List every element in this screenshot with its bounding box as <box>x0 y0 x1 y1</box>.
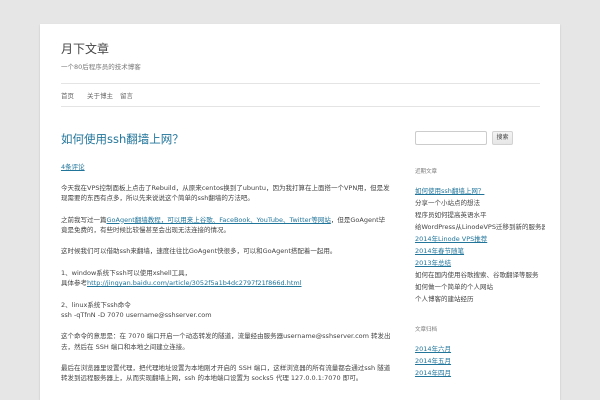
recent-post-label[interactable]: 如何做一个简单的个人网站 <box>415 283 493 291</box>
recent-post-link[interactable]: 2014年Linode VPS推荐 <box>415 235 487 243</box>
archive-link[interactable]: 2014年六月 <box>415 345 451 353</box>
search-form: 搜索 <box>415 131 545 147</box>
recent-post-item[interactable]: 2014年Linode VPS推荐 <box>415 233 545 245</box>
recent-post-item[interactable]: 给WordPress从LinodeVPS迁移到新的服务器 <box>415 221 545 233</box>
page-container: 月下文章 一个80后程序员的技术博客 首页 关于博主 留言 如何使用ssh翻墙上… <box>40 24 560 400</box>
post-text: 2、linux系统下ssh命令 <box>61 300 131 309</box>
archive-item[interactable]: 2014年四月 <box>415 367 545 379</box>
site-title[interactable]: 月下文章 <box>61 40 109 57</box>
post-text: 1、window系统下ssh可以使用xshell工具， <box>61 268 192 277</box>
recent-post-item[interactable]: 2013年总结 <box>415 257 545 269</box>
xshell-guide-link[interactable]: http://jingyan.baidu.com/article/3052f5a… <box>87 279 302 287</box>
post-paragraph: 1、window系统下ssh可以使用xshell工具， 具体参考http://ji… <box>61 268 391 289</box>
post-title[interactable]: 如何使用ssh翻墙上网？ <box>61 130 391 148</box>
recent-posts-list: 如何使用ssh翻墙上网？ 分享一个小站点的想法 程序员如何提高英语水平 给Wor… <box>415 185 545 305</box>
nav-divider <box>61 106 540 107</box>
recent-post-label[interactable]: 程序员如何提高英语水平 <box>415 211 487 219</box>
goagent-tutorial-link[interactable]: GoAgent翻墙教程，可以用来上谷歌、FaceBook、YouTube、Twi… <box>107 216 331 224</box>
post-text: 具体参考 <box>61 279 87 288</box>
recent-post-link[interactable]: 2013年总结 <box>415 259 451 267</box>
archive-item[interactable]: 2014年六月 <box>415 343 545 355</box>
post-paragraph: 这个命令的意思是：在 7070 端口开启一个动态转发的隧道，流量经由服务器use… <box>61 332 391 351</box>
recent-post-item[interactable]: 如何做一个简单的个人网站 <box>415 281 545 293</box>
recent-post-label[interactable]: 分享一个小站点的想法 <box>415 199 480 207</box>
recent-post-label[interactable]: 个人博客的建站经历 <box>415 295 474 303</box>
recent-post-item[interactable]: 如何使用ssh翻墙上网？ <box>415 185 545 197</box>
post-paragraph: 2、linux系统下ssh命令 ssh -qTfnN -D 7070 userna… <box>61 300 391 321</box>
ssh-command: ssh -qTfnN -D 7070 username@sshserver.co… <box>61 310 212 319</box>
nav-item-home[interactable]: 首页 <box>61 90 74 100</box>
post-paragraph: 最后在浏览器里设置代理，把代理地址设置为本地刚才开启的 SSH 端口，这样浏览器… <box>61 364 391 383</box>
recent-post-item[interactable]: 如何在国内使用谷歌搜索、谷歌翻译等服务 <box>415 269 545 281</box>
post-text: 之前我写过一篇 <box>61 215 107 224</box>
nav-item-guestbook[interactable]: 留言 <box>120 90 133 100</box>
archives-title: 文章归档 <box>415 327 438 333</box>
recent-post-item[interactable]: 2014年春节随笔 <box>415 245 545 257</box>
archive-link[interactable]: 2014年五月 <box>415 357 451 365</box>
post-content: 如何使用ssh翻墙上网？ 4条评论 今天我在VPS控制面板上点击了Rebuild… <box>61 130 391 395</box>
nav-item-about[interactable]: 关于博主 <box>87 90 113 100</box>
sidebar: 搜索 近期文章 如何使用ssh翻墙上网？ 分享一个小站点的想法 程序员如何提高英… <box>415 131 545 379</box>
post-paragraph: 之前我写过一篇GoAgent翻墙教程，可以用来上谷歌、FaceBook、YouT… <box>61 215 391 236</box>
search-input[interactable] <box>415 131 487 145</box>
comments-link[interactable]: 4条评论 <box>61 162 85 172</box>
recent-post-item[interactable]: 个人博客的建站经历 <box>415 293 545 305</box>
archives-list: 2014年六月 2014年五月 2014年四月 <box>415 343 545 379</box>
recent-posts-title: 近期文章 <box>415 169 438 175</box>
recent-post-item[interactable]: 分享一个小站点的想法 <box>415 197 545 209</box>
recent-post-label[interactable]: 给WordPress从LinodeVPS迁移到新的服务器 <box>415 223 545 231</box>
header-divider <box>61 83 540 84</box>
recent-post-item[interactable]: 程序员如何提高英语水平 <box>415 209 545 221</box>
search-button[interactable]: 搜索 <box>492 131 513 145</box>
recent-post-link[interactable]: 如何使用ssh翻墙上网？ <box>415 187 484 195</box>
site-description: 一个80后程序员的技术博客 <box>61 63 141 71</box>
post-paragraph: 今天我在VPS控制面板上点击了Rebuild，从原来centos换到了ubunt… <box>61 183 390 203</box>
post-paragraph: 这时候我们可以借助ssh来翻墙，速度往往比GoAgent快很多，可以和GoAge… <box>61 247 337 256</box>
archive-link[interactable]: 2014年四月 <box>415 369 451 377</box>
archive-item[interactable]: 2014年五月 <box>415 355 545 367</box>
recent-post-label[interactable]: 如何在国内使用谷歌搜索、谷歌翻译等服务 <box>415 271 539 279</box>
recent-post-link[interactable]: 2014年春节随笔 <box>415 247 464 255</box>
